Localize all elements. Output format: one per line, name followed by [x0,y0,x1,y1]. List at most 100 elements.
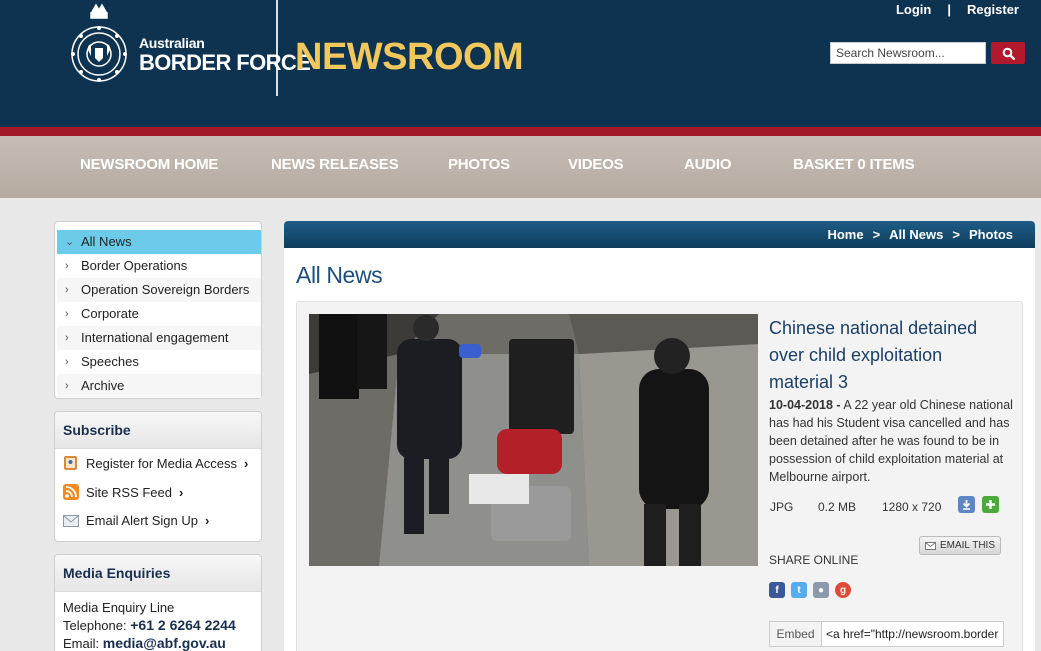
embed-code-input[interactable] [822,622,1003,646]
category-label: Operation Sovereign Borders [81,282,250,297]
chevron-right-icon: › [65,356,69,368]
register-icon [64,456,77,470]
image-dimensions: 1280 x 720 [882,500,942,514]
category-list: ⌄ All News › Border Operations › Operation … [54,221,262,399]
search-input[interactable] [830,42,986,64]
breadcrumb-bar: Home > All News > Photos [284,221,1035,248]
category-label: Speeches [81,354,139,369]
chevron-right-icon: › [179,484,184,500]
media-line-label: Media Enquiry Line [63,600,175,615]
nav-videos[interactable]: VIDEOS [568,156,624,173]
add-to-basket-button[interactable] [982,496,999,513]
category-operation-sovereign-borders[interactable]: › Operation Sovereign Borders [57,278,261,302]
chevron-right-icon: › [65,284,69,296]
breadcrumb-separator: > [872,227,881,242]
email-row: Email: media@abf.gov.au [63,635,226,651]
category-label: Border Operations [81,258,188,273]
news-item-date: 10-04-2018 - [769,398,841,412]
airport-photo-illustration [309,314,758,566]
category-border-operations[interactable]: › Border Operations [57,254,261,278]
nav-newsroom-home[interactable]: NEWSROOM HOME [80,156,218,173]
telephone-number[interactable]: +61 2 6264 2244 [130,617,236,633]
nav-audio[interactable]: AUDIO [684,156,732,173]
main-content: Home > All News > Photos All News Chines… [284,221,1035,651]
category-label: International engagement [81,330,229,345]
abf-wordmark: Australian BORDER FORCE [139,35,311,75]
download-button[interactable] [958,496,975,513]
header-red-strip [0,127,1041,136]
category-label: Corporate [81,306,139,321]
nav-basket[interactable]: BASKET 0 ITEMS [793,156,915,173]
logo-line-2: BORDER FORCE [139,50,311,75]
file-format: JPG [770,500,794,514]
telephone-row: Telephone: +61 2 6264 2244 [63,617,236,633]
news-item-description: 10-04-2018 - A 22 year old Chinese natio… [769,396,1014,486]
site-header: Australian BORDER FORCE NEWSROOM Login |… [0,0,1041,127]
logo-line-1: Australian [139,35,205,51]
breadcrumb-photos[interactable]: Photos [969,227,1013,242]
google-plus-icon[interactable]: g [835,582,851,598]
breadcrumb: Home > All News > Photos [827,227,1013,242]
chevron-right-icon: › [65,260,69,272]
search-button[interactable] [991,42,1025,64]
file-size: 0.2 MB [818,500,857,514]
breadcrumb-separator: > [952,227,960,242]
download-icon [962,500,971,510]
main-nav: NEWSROOM HOME NEWS RELEASES PHOTOS VIDEO… [0,136,1041,198]
category-label: Archive [81,378,125,393]
rss-feed-label: Site RSS Feed [86,484,172,500]
rss-feed-link[interactable]: Site RSS Feed › [63,484,183,500]
chevron-right-icon: › [65,308,69,320]
category-speeches[interactable]: › Speeches [57,350,261,374]
register-media-access-label: Register for Media Access [86,455,238,471]
nav-news-releases[interactable]: NEWS RELEASES [271,156,399,173]
twitter-icon[interactable]: t [791,582,807,598]
facebook-icon[interactable]: f [769,582,785,598]
category-corporate[interactable]: › Corporate [57,302,261,326]
email-this-label: EMAIL THIS [939,540,995,551]
chevron-right-icon: › [205,513,210,528]
category-label: All News [81,234,132,249]
embed-field: Embed [769,621,1004,647]
chevron-right-icon: › [65,380,69,392]
rss-icon [63,484,79,500]
email-label: Email: [63,636,100,651]
email-alert-label: Email Alert Sign Up [86,513,198,528]
register-link[interactable]: Register [967,2,1019,17]
site-title: NEWSROOM [295,36,524,78]
header-divider [276,0,278,96]
plus-icon [986,500,995,509]
reddit-icon[interactable]: ● [813,582,829,598]
email-this-button[interactable]: EMAIL THIS [919,536,1001,555]
chevron-right-icon: › [244,455,249,471]
register-media-access-link[interactable]: Register for Media Access › [63,455,248,471]
email-alert-link[interactable]: Email Alert Sign Up › [63,513,209,528]
abf-crest-logo [71,3,127,82]
news-photo[interactable] [309,314,758,566]
breadcrumb-all-news[interactable]: All News [889,227,943,242]
category-all-news[interactable]: ⌄ All News [57,230,261,254]
subscribe-box: Subscribe Register for Media Access › Sit… [54,411,262,542]
category-archive[interactable]: › Archive [57,374,261,398]
media-enquiries-heading: Media Enquiries [55,555,261,592]
page-title: All News [296,262,383,288]
media-enquiries-box: Media Enquiries Media Enquiry Line Telep… [54,554,262,651]
category-international-engagement[interactable]: › International engagement [57,326,261,350]
nav-photos[interactable]: PHOTOS [448,156,510,173]
breadcrumb-home[interactable]: Home [827,227,863,242]
share-online-label: SHARE ONLINE [769,553,859,567]
chevron-right-icon: › [65,332,69,344]
login-link[interactable]: Login [896,2,931,17]
email-icon [63,514,79,527]
search-icon [1002,47,1015,60]
news-item-card: Chinese national detained over child exp… [296,301,1023,651]
email-icon [924,541,936,550]
account-links: Login | Register [896,2,1019,17]
subscribe-heading: Subscribe [55,412,261,449]
email-address-link[interactable]: media@abf.gov.au [103,635,226,651]
embed-label: Embed [770,622,822,646]
link-separator: | [947,2,951,17]
news-item-title[interactable]: Chinese national detained over child exp… [769,315,1009,396]
chevron-down-icon: ⌄ [65,236,75,248]
telephone-label: Telephone: [63,618,127,633]
